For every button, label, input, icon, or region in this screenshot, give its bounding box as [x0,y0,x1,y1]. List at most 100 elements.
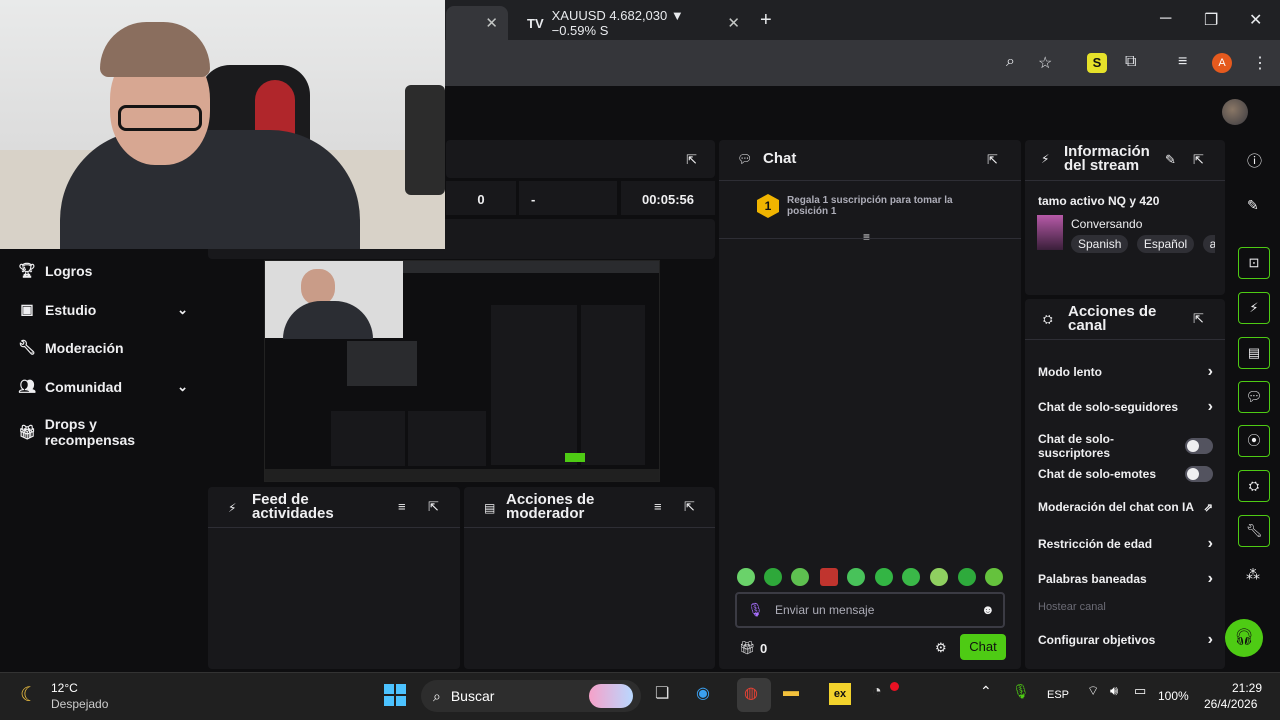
emote-5[interactable] [847,568,865,586]
emote-picker-icon[interactable]: ☻ [981,602,995,617]
popout-icon[interactable]: ⇱ [686,152,697,168]
action-slow-mode[interactable]: Modo lento › [1038,363,1213,381]
popout-icon[interactable]: ⇱ [428,499,439,515]
volume-icon[interactable]: 🔊︎ [1110,683,1118,699]
dock-document-icon[interactable]: ▤ [1238,337,1270,369]
emote-2[interactable] [764,568,782,586]
filter-icon[interactable]: ≡ [654,499,662,514]
filter-icon[interactable]: ≡ [398,499,406,514]
popout-icon[interactable]: ⇱ [684,499,695,515]
keyboard-language[interactable]: ESP [1047,689,1069,701]
minimize-icon[interactable]: ─ [1160,10,1171,28]
chrome-icon[interactable]: ◍ [744,683,758,703]
menu-kebab-icon[interactable]: ⋮ [1252,53,1268,73]
action-age-restriction[interactable]: Restricción de edad › [1038,535,1213,553]
tab-close-icon[interactable]: ✕ [727,14,740,32]
weather-condition[interactable]: Despejado [51,697,108,711]
restore-icon[interactable]: ❐ [1204,10,1218,30]
edit-pencil-icon[interactable]: ✎ [1247,197,1259,214]
dock-lightning-icon[interactable]: ⚡︎ [1238,292,1270,324]
help-headset-icon[interactable]: 🎧︎ [1225,619,1263,657]
bookmark-star-icon[interactable]: ☆ [1038,53,1052,73]
more-panels-icon[interactable]: ⁂ [1246,566,1260,583]
action-ai-moderation[interactable]: Moderación del chat con IA ⇗ [1038,500,1213,514]
emote-1[interactable] [737,568,755,586]
stream-category[interactable]: Conversando [1071,217,1142,231]
chat-settings-icon[interactable]: ⚙ [935,640,947,656]
preview-person-body [283,301,373,339]
media-controls-icon[interactable]: ≡ [1178,53,1187,71]
dock-broadcast-icon[interactable]: ⦿ [1238,425,1270,457]
emote-3[interactable] [791,568,809,586]
exness-icon[interactable]: ex [829,683,851,705]
close-window-icon[interactable]: ✕ [1249,10,1262,30]
windows-start-icon[interactable] [384,684,406,706]
emote-10[interactable] [985,568,1003,586]
chevron-down-icon: ⌄ [177,378,188,394]
dock-channel-actions-icon[interactable]: ⛭ [1238,470,1270,502]
sidebar-item-logros[interactable]: 🏆︎ Logros [18,262,188,279]
zoom-icon[interactable]: ⌕ [1006,53,1015,71]
weather-temperature[interactable]: 12°C [51,681,78,695]
tag-chip[interactable]: Spanish [1071,235,1129,253]
expand-leaderboard-icon[interactable]: ≡ [863,230,870,244]
chevron-right-icon: › [1207,570,1213,587]
popout-icon[interactable]: ⇱ [1193,152,1204,168]
taskbar-search[interactable]: ⌕ Buscar [421,680,641,712]
sub-gift-leaderboard-text[interactable]: Regala 1 suscripción para tomar la posic… [787,195,957,217]
chat-message-input[interactable]: 🎙︎ Enviar un mensaje ☻ [735,592,1005,628]
action-configure-goals[interactable]: Configurar objetivos › [1038,631,1213,649]
gift-icon: 🎁︎ [18,423,36,440]
action-label: Chat de solo-emotes [1038,467,1157,481]
dock-clip-icon[interactable]: ⊡ [1238,247,1270,279]
preview-actions-panel [581,305,645,465]
popout-icon[interactable]: ⇱ [987,152,998,168]
emote-only-toggle[interactable] [1185,466,1213,482]
extensions-puzzle-icon[interactable]: ⧉ [1125,53,1136,71]
emote-4[interactable] [820,568,838,586]
browser-tab-dashboard[interactable]: ✕ [446,6,508,40]
clock-time[interactable]: 21:29 [1232,681,1262,695]
action-emote-only[interactable]: Chat de solo-emotes [1038,466,1213,482]
app-icon-with-badge[interactable]: ◔ [872,683,882,701]
emote-8[interactable] [930,568,948,586]
extension-icon[interactable]: S [1087,53,1107,73]
channel-points-count: 0 [760,641,768,656]
new-tab-button[interactable]: + [760,9,772,32]
chevron-up-icon[interactable]: ⌃ [980,683,992,700]
action-host-channel: Hostear canal [1038,601,1213,613]
task-view-icon[interactable]: ❏ [655,683,669,703]
channel-points-icon[interactable]: 🎁︎ [739,640,756,656]
sidebar-item-estudio[interactable]: ▣ Estudio ⌄ [18,301,188,318]
tab-close-icon[interactable]: ✕ [485,14,498,32]
sidebar-item-comunidad[interactable]: 👥︎ Comunidad ⌄ [18,378,188,395]
emote-9[interactable] [958,568,976,586]
popout-icon[interactable]: ⇱ [1193,311,1204,327]
emote-6[interactable] [875,568,893,586]
dock-wrench-icon[interactable]: 🔧︎ [1238,515,1270,547]
tag-chip[interactable]: Español [1136,235,1195,253]
info-icon[interactable]: ⓘ [1247,150,1262,171]
tag-chip[interactable]: arg [1202,235,1215,253]
subscribers-only-toggle[interactable] [1185,438,1213,454]
chat-send-button[interactable]: Chat [960,634,1006,660]
profile-avatar[interactable]: A [1212,53,1232,73]
user-avatar[interactable] [1222,99,1248,125]
action-subscribers-only[interactable]: Chat de solo-suscriptores [1038,432,1213,460]
action-banned-words[interactable]: Palabras baneadas › [1038,570,1213,588]
emote-7[interactable] [902,568,920,586]
microphone-icon[interactable]: 🎙︎ [747,602,764,618]
browser-tab-xauusd[interactable]: TV XAUUSD 4.682,030 ▼ −0.59% S ✕ [515,6,750,40]
sidebar-item-drops[interactable]: 🎁︎ Drops y recompensas [18,416,188,448]
action-followers-only[interactable]: Chat de solo-seguidores › [1038,398,1213,416]
stream-preview-video[interactable] [264,260,660,482]
sidebar-item-moderacion[interactable]: 🔧︎ Moderación [18,339,188,356]
dock-chat-icon[interactable]: 💬︎ [1238,381,1270,413]
microphone-icon[interactable]: 🎙︎ [1012,683,1030,700]
file-explorer-icon[interactable]: ▬ [783,683,799,701]
battery-icon[interactable]: ▭ [1134,683,1146,699]
clock-date[interactable]: 26/4/2026 [1204,697,1257,711]
wifi-icon[interactable]: ⌔ [1087,683,1099,699]
edit-pencil-icon[interactable]: ✎ [1165,152,1176,168]
edge-icon[interactable]: ◉ [696,683,710,703]
